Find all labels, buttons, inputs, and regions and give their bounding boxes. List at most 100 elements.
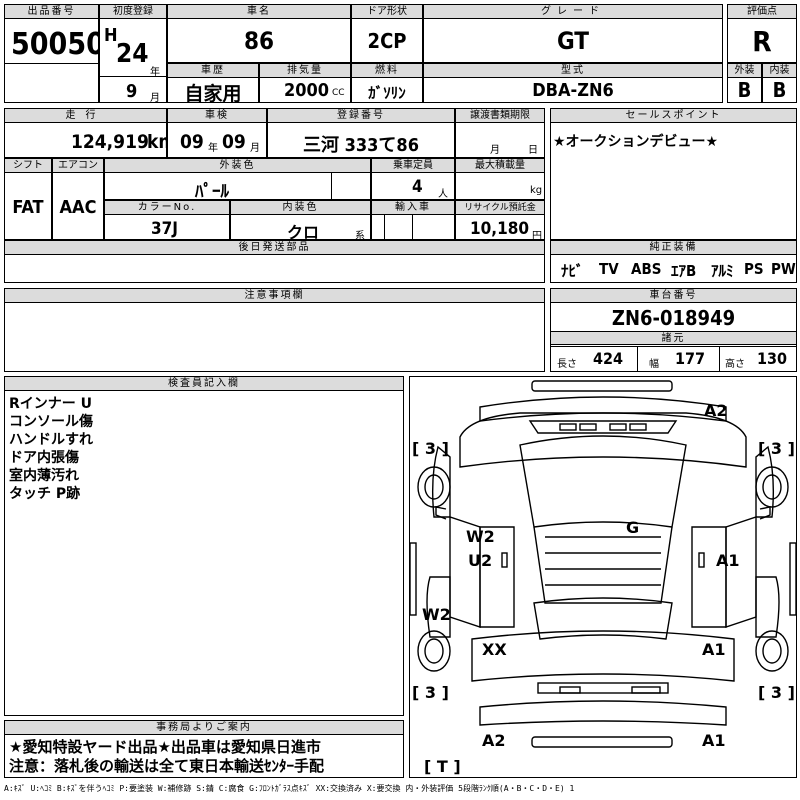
chassis-box: 車台番号 ZN6-018949 諸元 長さ 424 幅 177 高さ 130 — [550, 288, 797, 372]
color-no-value: 37J — [151, 219, 178, 239]
office-note: ★愛知特設ヤード出品★出品車は愛知県日進市 — [9, 738, 321, 756]
history-value: 自家用 — [184, 83, 242, 105]
inspector-note: ドア内張傷 — [9, 450, 79, 466]
damage-mark: [ 3 ] — [758, 683, 795, 702]
notes-box: 注意事項欄 — [4, 288, 545, 372]
inspector-note: タッチ P跡 — [9, 486, 81, 502]
score-box: 評価点 R — [727, 4, 797, 63]
length-value: 424 — [593, 349, 624, 368]
door-value: 2CP — [367, 29, 407, 53]
equip-item: TV — [599, 260, 619, 278]
int-color-box: 内装色 クロ 系 — [230, 200, 371, 242]
shift-header: シフト — [5, 159, 51, 173]
dims-header: 諸元 — [551, 331, 796, 345]
office-note: 注意：落札後の輸送は全て東日本輸送ｾﾝﾀｰ手配 — [9, 757, 325, 775]
transfer-box: 譲渡書類期限 月 日 — [455, 108, 545, 158]
exterior-score-box: 外装 B — [727, 63, 762, 103]
genuine-box: 純正装備 ﾅﾋﾞ TV ABS ｴｱB ｱﾙﾐ PS PW — [550, 240, 797, 283]
door-header: ドア形状 — [352, 5, 422, 19]
capacity-box: 乗車定員 4 人 — [371, 158, 455, 200]
lot-no-value: 50050 — [11, 27, 105, 62]
damage-mark: W2 — [466, 527, 495, 546]
transfer-month: 月 — [490, 145, 500, 156]
grade-box: グレード GT — [423, 4, 723, 63]
car-diagram-box: A2 [ 3 ] [ 3 ] G W2 U2 A1 W2 XX A1 [ 3 ]… — [409, 376, 797, 778]
first-reg-header: 初度登録 — [100, 5, 166, 19]
capacity-header: 乗車定員 — [372, 159, 454, 173]
lot-no-box: 出品番号 50050 — [4, 4, 105, 103]
office-header: 事務局よりご案内 — [5, 721, 403, 735]
recycle-box: リサイクル預託金 10,180 円 — [455, 200, 545, 242]
damage-mark: A2 — [482, 731, 506, 750]
ext-color-value: ﾊﾟｰﾙ — [195, 182, 229, 202]
inspector-note: コンソール傷 — [9, 414, 93, 430]
inspector-note: ハンドルすれ — [9, 432, 93, 448]
shift-box: シフト FAT — [4, 158, 52, 240]
max-load-box: 最大積載量 kg — [455, 158, 545, 200]
damage-mark: W2 — [422, 605, 451, 624]
exterior-header: 外装 — [728, 64, 761, 78]
inspection-year-suffix: 年 — [208, 143, 218, 154]
height-value: 130 — [757, 349, 788, 368]
inspector-box: 検査員記入欄 Rインナー U コンソール傷 ハンドルすれ ドア内張傷 室内薄汚れ… — [4, 376, 404, 716]
recycle-header: リサイクル預託金 — [456, 201, 544, 215]
aircon-value: AAC — [59, 197, 97, 218]
ext-color-header: 外装色 — [105, 159, 370, 173]
damage-mark: [ T ] — [424, 757, 461, 776]
later-parts-box: 後日発送部品 — [4, 240, 545, 283]
ext-color-box: 外装色 ﾊﾟｰﾙ — [104, 158, 371, 202]
damage-mark: XX — [482, 640, 507, 659]
width-value: 177 — [675, 349, 706, 368]
sales-point-value: ★オークションデビュー★ — [553, 134, 719, 150]
interior-score-value: B — [772, 78, 787, 102]
damage-mark: U2 — [468, 551, 493, 570]
legend-text: A:ｷｽﾞ U:ﾍｺﾐ B:ｷｽﾞを伴うﾍｺﾐ P:要塗装 W:補修跡 S:錆 … — [4, 784, 575, 793]
month-suffix: 月 — [150, 93, 160, 104]
import-header: 輸入車 — [372, 201, 454, 215]
chassis-header: 車台番号 — [551, 289, 796, 303]
damage-mark: [ 3 ] — [412, 439, 449, 458]
mileage-box: 走行 124,919 km — [4, 108, 176, 158]
displacement-value: 2000 — [284, 80, 330, 101]
color-no-header: カラーNo. — [105, 201, 229, 215]
inspection-month-value: 09 — [222, 131, 246, 153]
inspection-box: 車検 09 年 09 月 — [167, 108, 267, 158]
score-value: R — [752, 25, 772, 58]
inspection-month-suffix: 月 — [250, 143, 260, 154]
inspector-header: 検査員記入欄 — [5, 377, 403, 391]
plate-box: 登録番号 三河 333て86 — [267, 108, 455, 158]
month-value: 9 — [126, 81, 138, 102]
aircon-box: エアコン AAC — [52, 158, 104, 240]
int-color-header: 内装色 — [231, 201, 370, 215]
model-code-value: DBA-ZN6 — [532, 80, 614, 101]
cc-unit: CC — [332, 88, 345, 98]
equip-item: ﾅﾋﾞ — [561, 262, 584, 280]
chassis-value: ZN6-018949 — [611, 306, 736, 330]
displacement-header: 排気量 — [260, 64, 350, 78]
grade-header: グレード — [424, 5, 722, 19]
model-code-box: 型式 DBA-ZN6 — [423, 63, 723, 103]
equip-item: ｴｱB — [671, 262, 697, 280]
notes-header: 注意事項欄 — [5, 289, 544, 303]
aircon-header: エアコン — [53, 159, 103, 173]
length-label: 長さ — [557, 359, 577, 370]
score-header: 評価点 — [728, 5, 796, 19]
max-load-header: 最大積載量 — [456, 159, 544, 173]
car-name-value: 86 — [243, 27, 275, 55]
year-value: 24 — [116, 39, 149, 69]
transfer-day: 日 — [528, 145, 538, 156]
inspection-year-value: 09 — [180, 131, 204, 153]
office-box: 事務局よりご案内 ★愛知特設ヤード出品★出品車は愛知県日進市 注意：落札後の輸送… — [4, 720, 404, 778]
damage-mark: [ 3 ] — [758, 439, 795, 458]
exterior-score-value: B — [737, 78, 752, 102]
width-label: 幅 — [649, 359, 659, 370]
interior-header: 内装 — [763, 64, 796, 78]
car-name-header: 車名 — [168, 5, 350, 19]
lot-no-header: 出品番号 — [5, 5, 98, 19]
door-box: ドア形状 2CP — [351, 4, 423, 63]
inspection-header: 車検 — [168, 109, 266, 123]
genuine-header: 純正装備 — [551, 241, 796, 255]
history-box: 車歴 自家用 — [167, 63, 259, 105]
damage-mark: A2 — [704, 401, 728, 420]
damage-mark: [ 3 ] — [412, 683, 449, 702]
